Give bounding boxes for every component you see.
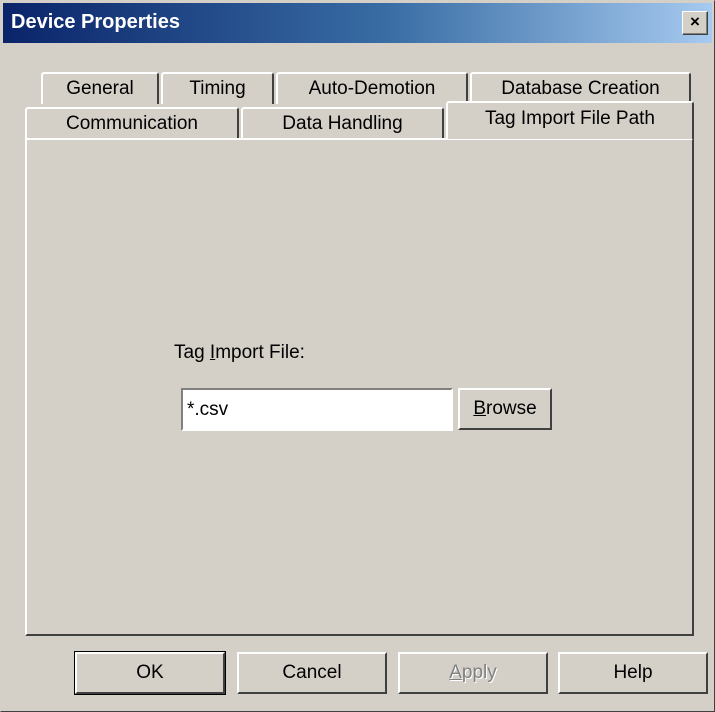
tab-tag-import-file-path[interactable]: Tag Import File Path <box>446 101 694 139</box>
tab-auto-demotion[interactable]: Auto-Demotion <box>276 72 468 104</box>
tab-label: Tag Import File Path <box>484 108 656 129</box>
tab-label: General <box>66 78 134 99</box>
tag-import-file-label: Tag Import File: <box>174 342 305 363</box>
help-button[interactable]: Help <box>558 652 708 694</box>
tab-label: Communication <box>66 113 198 134</box>
window-title: Device Properties <box>11 11 180 33</box>
apply-button[interactable]: Apply <box>398 652 548 694</box>
cancel-button[interactable]: Cancel <box>237 652 387 694</box>
tab-data-handling[interactable]: Data Handling <box>241 107 444 138</box>
tab-communication[interactable]: Communication <box>25 107 239 138</box>
tab-label: Auto-Demotion <box>308 78 436 99</box>
tab-label: Timing <box>189 78 246 99</box>
device-properties-dialog: Device Properties × General Timing Auto-… <box>0 0 715 712</box>
ok-button[interactable]: OK <box>74 651 226 695</box>
tab-general[interactable]: General <box>41 72 159 104</box>
tag-import-file-input[interactable] <box>181 388 453 431</box>
tab-timing[interactable]: Timing <box>161 72 274 104</box>
title-bar[interactable]: Device Properties × <box>3 3 712 43</box>
tab-label: Data Handling <box>282 113 403 134</box>
tab-label: Database Creation <box>501 78 660 99</box>
tab-panel <box>25 138 694 636</box>
browse-button[interactable]: Browse <box>458 388 552 430</box>
tab-database-creation[interactable]: Database Creation <box>470 72 691 104</box>
close-icon: × <box>690 12 700 31</box>
close-button[interactable]: × <box>682 11 708 35</box>
